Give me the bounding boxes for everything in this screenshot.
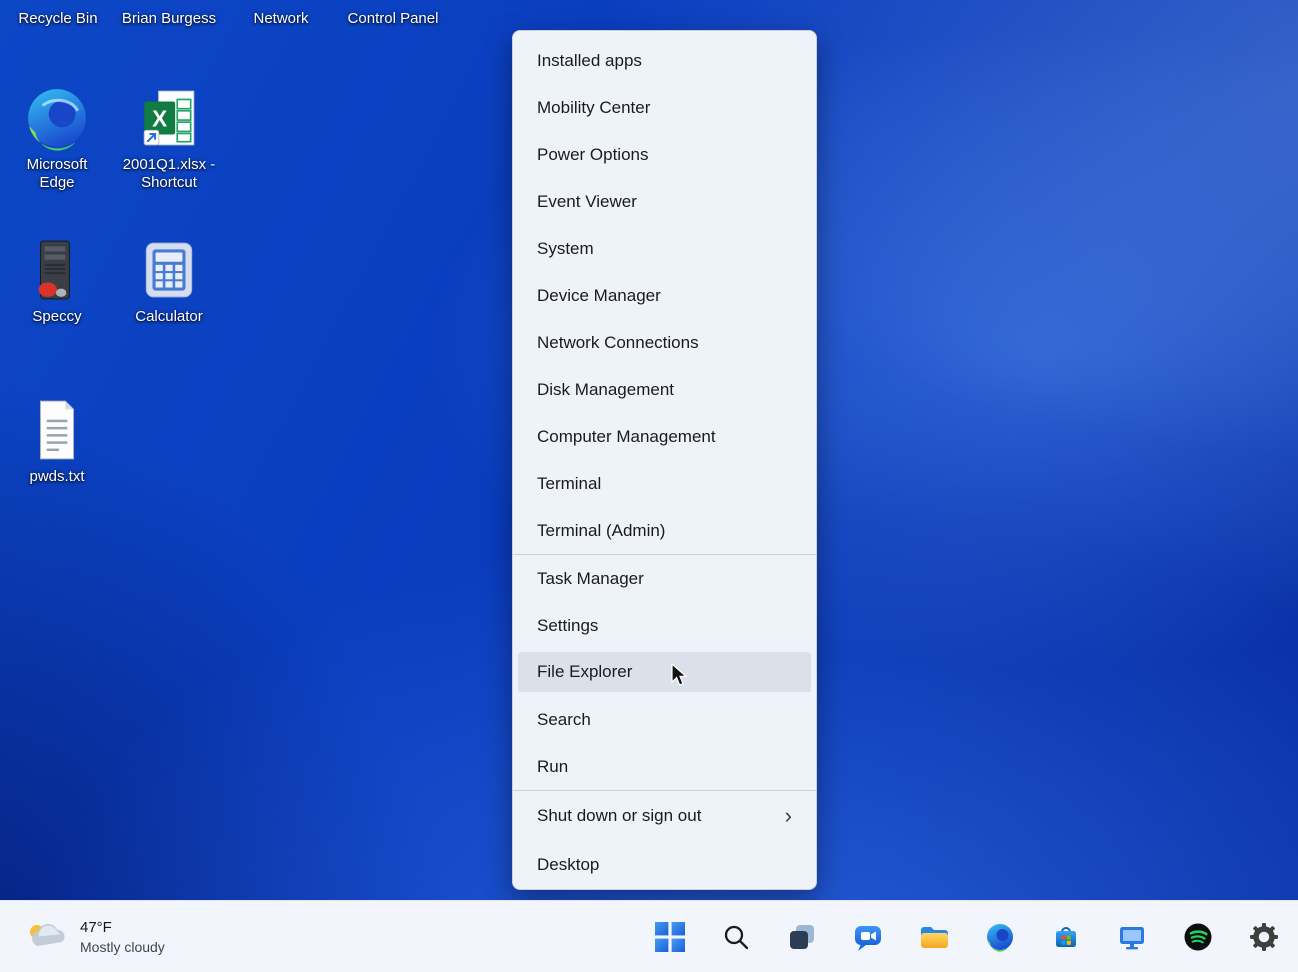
weather-cloud-icon [26,919,70,956]
menu-item-terminal-admin[interactable]: Terminal (Admin) [513,507,816,554]
pc-app-icon [1117,922,1147,952]
desktop-icon-label: Microsoft Edge [9,156,105,191]
desktop-screen: Recycle Bin Brian Burgess Network Contro… [0,0,1298,972]
menu-item-label: Shut down or sign out [537,806,701,826]
weather-temperature: 47°F [80,919,165,936]
search-icon [721,922,751,952]
menu-item-power-options[interactable]: Power Options [513,131,816,178]
menu-item-terminal[interactable]: Terminal [513,460,816,507]
chat-icon [853,922,883,952]
menu-item-settings[interactable]: Settings [513,602,816,649]
microsoft-store-icon [1051,922,1081,952]
desktop-icon-microsoft-edge[interactable]: Microsoft Edge [9,84,105,191]
desktop-icon-label: pwds.txt [29,468,84,486]
speccy-icon [23,236,91,304]
taskbar-button-file-explorer[interactable] [911,911,957,963]
taskbar-button-microsoft-store[interactable] [1043,911,1089,963]
calculator-icon [135,236,203,304]
desktop-icon-label: Calculator [135,308,203,326]
mouse-cursor-icon [668,663,690,692]
task-view-icon [787,922,817,952]
desktop-icon-label: 2001Q1.xlsx - Shortcut [117,156,221,191]
menu-item-installed-apps[interactable]: Installed apps [513,37,816,84]
menu-item-disk-management[interactable]: Disk Management [513,366,816,413]
winx-menu: Installed apps Mobility Center Power Opt… [512,30,817,890]
taskbar-button-chat[interactable] [845,911,891,963]
menu-item-network-connections[interactable]: Network Connections [513,319,816,366]
menu-item-event-viewer[interactable]: Event Viewer [513,178,816,225]
taskbar-center-icons [647,911,1287,963]
excel-shortcut-icon: X [135,84,203,152]
edge-icon [23,84,91,152]
taskbar-button-settings[interactable] [1241,911,1287,963]
desktop-icon-speccy[interactable]: Speccy [9,236,105,326]
menu-item-computer-management[interactable]: Computer Management [513,413,816,460]
taskbar-button-pc-app[interactable] [1109,911,1155,963]
menu-item-task-manager[interactable]: Task Manager [513,555,816,602]
menu-item-run[interactable]: Run [513,743,816,790]
weather-condition: Mostly cloudy [80,939,165,955]
winx-menu-list: Installed apps Mobility Center Power Opt… [513,37,816,889]
taskbar-button-edge[interactable] [977,911,1023,963]
menu-item-system[interactable]: System [513,225,816,272]
menu-item-shut-down-or-sign-out[interactable]: Shut down or sign out › [513,791,816,840]
desktop-icon-user-folder[interactable]: Brian Burgess [114,10,224,27]
submenu-chevron-icon: › [785,805,792,827]
desktop-icon-excel-shortcut[interactable]: X 2001Q1.xlsx - Shortcut [117,84,221,191]
text-file-icon [23,396,91,464]
spotify-icon [1183,922,1213,952]
menu-item-desktop[interactable]: Desktop [513,840,816,889]
taskbar-button-start[interactable] [647,911,693,963]
weather-widget-button[interactable]: 47°F Mostly cloudy [18,911,173,963]
file-explorer-icon [918,922,950,952]
svg-text:X: X [152,105,167,131]
taskbar: 47°F Mostly cloudy [0,900,1298,972]
menu-item-device-manager[interactable]: Device Manager [513,272,816,319]
taskbar-button-search[interactable] [713,911,759,963]
taskbar-button-spotify[interactable] [1175,911,1221,963]
settings-gear-icon [1249,922,1279,952]
menu-item-mobility-center[interactable]: Mobility Center [513,84,816,131]
desktop-icon-calculator[interactable]: Calculator [117,236,221,326]
desktop-icon-network[interactable]: Network [226,10,336,27]
menu-item-file-explorer[interactable]: File Explorer [518,649,811,696]
desktop-icon-pwds-txt[interactable]: pwds.txt [9,396,105,486]
desktop-icon-label: Speccy [32,308,81,326]
desktop-icon-control-panel[interactable]: Control Panel [338,10,448,27]
menu-item-search[interactable]: Search [513,696,816,743]
start-icon [655,922,685,952]
edge-icon [985,922,1015,952]
desktop-icon-recycle-bin[interactable]: Recycle Bin [3,10,113,27]
taskbar-button-task-view[interactable] [779,911,825,963]
